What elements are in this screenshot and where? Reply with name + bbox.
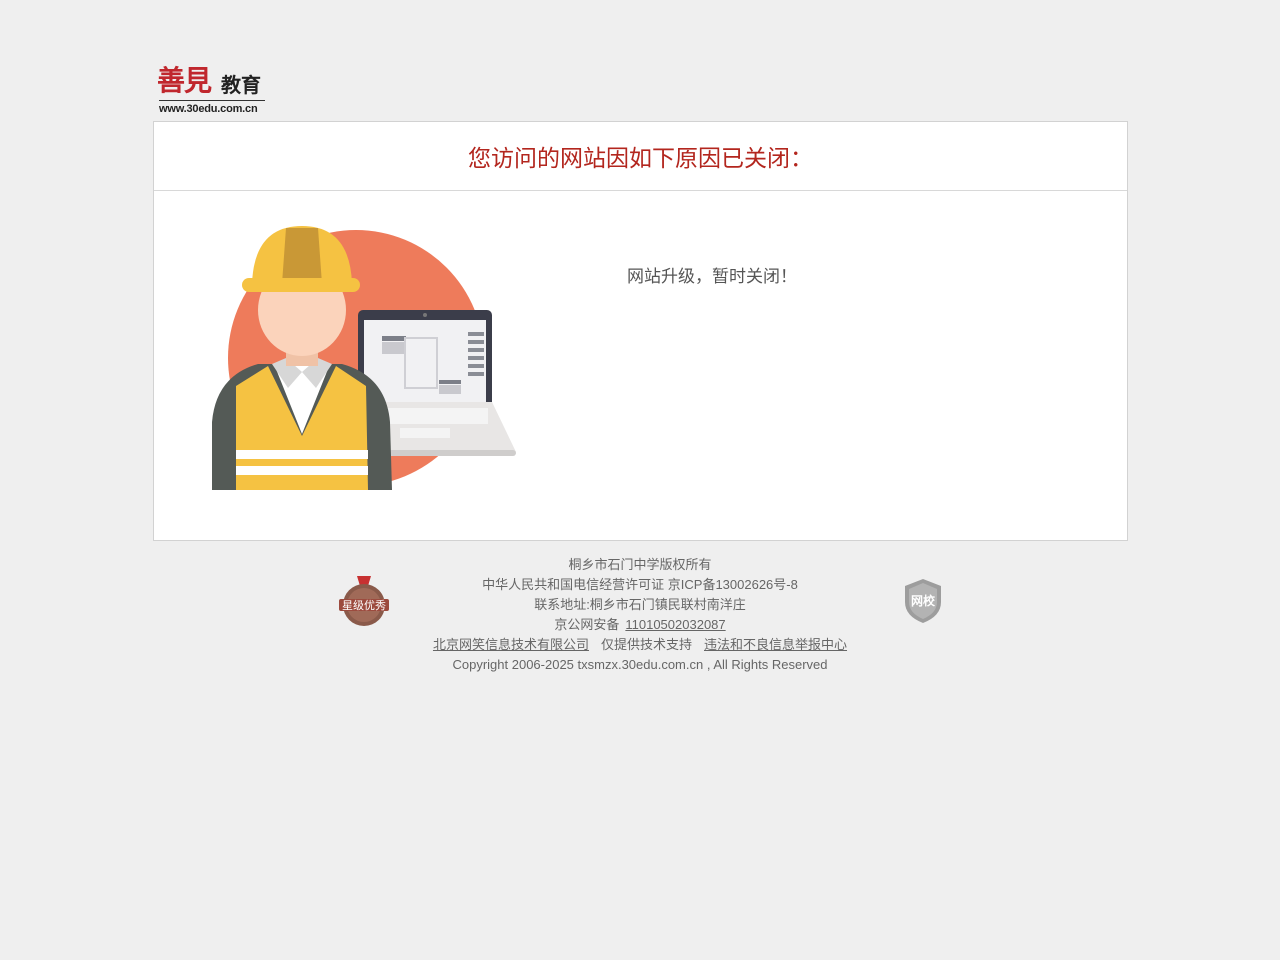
footer-support: 北京网笑信息技术有限公司 仅提供技术支持 违法和不良信息举报中心 xyxy=(0,635,1280,655)
footer-copyright: Copyright 2006-2025 txsmzx.30edu.com.cn … xyxy=(452,657,828,672)
maintenance-worker-illustration xyxy=(212,226,516,490)
police-prefix: 京公网安备 xyxy=(554,617,620,632)
footer-address: 联系地址:桐乡市石门镇民联村南洋庄 xyxy=(534,597,746,612)
logo-main-text: 善見 xyxy=(157,64,212,97)
logo-sub-text: 教育 xyxy=(221,73,261,97)
company-link[interactable]: 北京网笑信息技术有限公司 xyxy=(433,637,589,652)
closure-reason: 网站升级，暂时关闭！ xyxy=(627,267,797,287)
police-number-link[interactable]: 11010502032087 xyxy=(625,617,725,632)
footer-copyright-owner: 桐乡市石门中学版权所有 xyxy=(568,557,712,572)
logo-url-text: www.30edu.com.cn xyxy=(159,103,258,115)
card-header: 您访问的网站因如下原因已关闭： xyxy=(154,122,1127,191)
footer-license: 中华人民共和国电信经营许可证 京ICP备13002626号-8 xyxy=(482,577,798,592)
footer-police-record: 京公网安备 11010502032087 xyxy=(0,615,1280,635)
report-center-link[interactable]: 违法和不良信息举报中心 xyxy=(704,637,847,652)
site-logo[interactable]: 善見 教育 www.30edu.com.cn xyxy=(157,64,269,118)
logo-divider xyxy=(159,100,265,101)
closure-card: 您访问的网站因如下原因已关闭： 网站升级，暂时关闭！ xyxy=(153,121,1128,541)
site-footer: 桐乡市石门中学版权所有 中华人民共和国电信经营许可证 京ICP备13002626… xyxy=(0,555,1280,675)
page-title: 您访问的网站因如下原因已关闭： xyxy=(468,146,813,172)
support-text: 仅提供技术支持 xyxy=(600,637,692,652)
